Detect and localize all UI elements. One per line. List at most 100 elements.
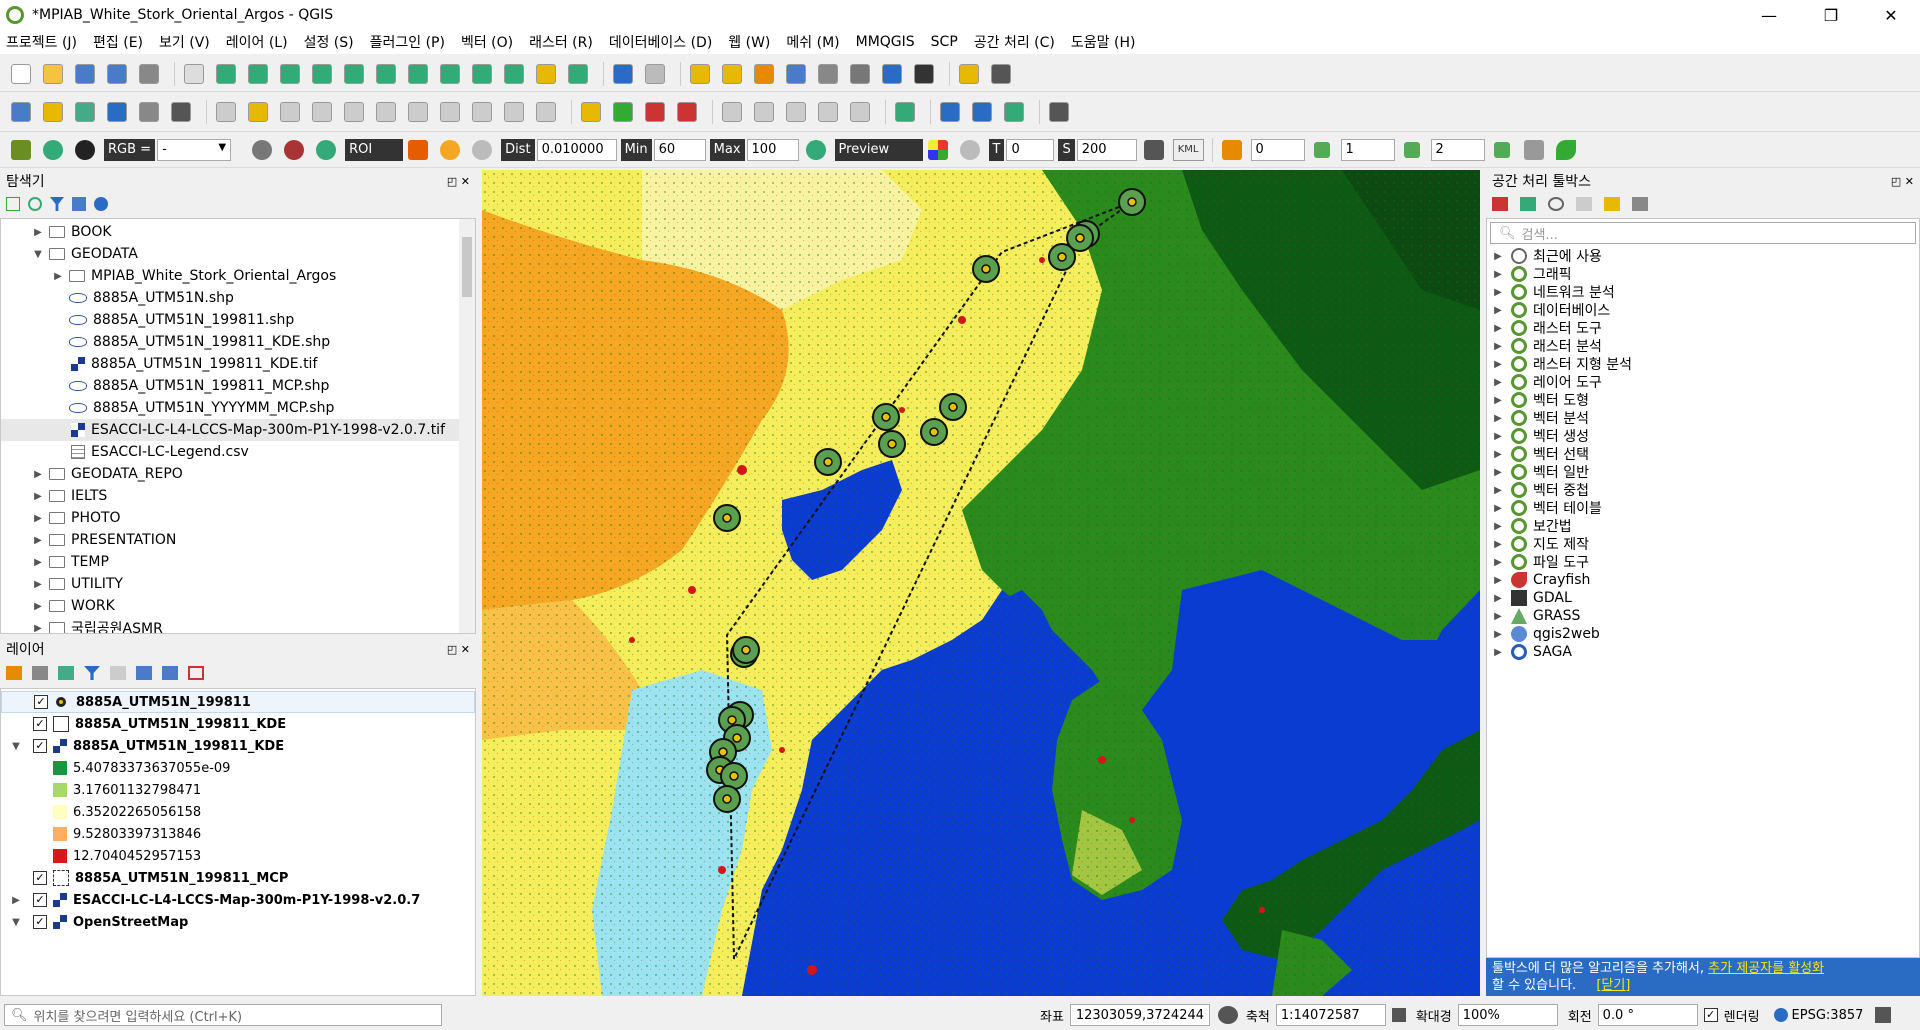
scp-add-icon[interactable] <box>437 137 463 163</box>
browser-item[interactable]: 8885A_UTM51N_199811_KDE.tif <box>1 353 475 375</box>
toolbox-provider-item[interactable]: ▶ 벡터 일반 <box>1487 463 1919 481</box>
browser-item[interactable]: ▶ BOOK <box>1 221 475 243</box>
models-icon[interactable] <box>1492 197 1508 211</box>
layer-visibility-checkbox[interactable]: ✓ <box>34 695 48 709</box>
scp-plugin-icon[interactable] <box>1553 137 1579 163</box>
toolbar-button-icon[interactable] <box>245 99 271 125</box>
track-point[interactable] <box>713 504 741 532</box>
expand-arrow-icon[interactable]: ▶ <box>1491 521 1505 532</box>
toolbox-icon[interactable] <box>815 61 841 87</box>
layer-item[interactable]: ✓ 8885A_UTM51N_199811_KDE <box>1 713 475 735</box>
expand-arrow-icon[interactable]: ▶ <box>1491 503 1505 514</box>
layer-item[interactable]: ▼ ✓ OpenStreetMap <box>1 911 475 933</box>
refresh-icon[interactable] <box>28 197 42 211</box>
toolbox-provider-item[interactable]: ▶ 벡터 선택 <box>1487 445 1919 463</box>
toolbar-button-icon[interactable] <box>213 99 239 125</box>
browser-item[interactable]: ESACCI-LC-L4-LCCS-Map-300m-P1Y-1998-v2.0… <box>1 419 475 441</box>
toolbox-provider-item[interactable]: ▶ 래스터 도구 <box>1487 319 1919 337</box>
menu-item[interactable]: 공간 처리 (C) <box>974 32 1055 52</box>
save-icon[interactable] <box>72 61 98 87</box>
pan-icon[interactable] <box>181 61 207 87</box>
layer-item[interactable]: ✓ 8885A_UTM51N_199811_MCP <box>1 867 475 889</box>
track-point[interactable] <box>872 403 900 431</box>
toolbar-button-icon[interactable] <box>501 99 527 125</box>
menu-item[interactable]: 플러그인 (P) <box>370 32 445 52</box>
toolbar-button-icon[interactable] <box>309 99 335 125</box>
toolbar-button-icon[interactable] <box>969 99 995 125</box>
maximize-button[interactable]: ❐ <box>1808 0 1854 30</box>
expand-arrow-icon[interactable]: ▶ <box>31 535 45 546</box>
attribute-table-icon[interactable] <box>751 61 777 87</box>
pan-to-selection-icon[interactable] <box>213 61 239 87</box>
close-notice-link[interactable]: [닫기] <box>1596 978 1630 993</box>
menu-item[interactable]: 도움말 (H) <box>1071 32 1136 52</box>
toolbar-button-icon[interactable] <box>674 99 700 125</box>
toolbar-button-icon[interactable] <box>937 99 963 125</box>
scp-search-icon[interactable] <box>313 137 339 163</box>
menu-item[interactable]: SCP <box>931 34 958 50</box>
results-icon[interactable] <box>1576 197 1592 211</box>
scp-band2-icon[interactable] <box>281 137 307 163</box>
track-point[interactable] <box>939 393 967 421</box>
scp-eye-icon[interactable] <box>72 137 98 163</box>
expand-arrow-icon[interactable]: ▶ <box>1491 539 1505 550</box>
browser-item[interactable]: ▶ GEODATA_REPO <box>1 463 475 485</box>
expand-arrow-icon[interactable]: ▶ <box>31 557 45 568</box>
browser-item[interactable]: ▶ MPIAB_White_Stork_Oriental_Argos <box>1 265 475 287</box>
expand-arrow-icon[interactable]: ▶ <box>1491 269 1505 280</box>
menu-item[interactable]: 편집 (E) <box>93 32 143 52</box>
zoom-next-icon[interactable] <box>469 61 495 87</box>
expand-arrow-icon[interactable]: ▶ <box>1491 305 1505 316</box>
legend-item[interactable]: 6.35202265056158 <box>1 801 475 823</box>
layer-filter-icon[interactable] <box>84 666 100 680</box>
expand-arrow-icon[interactable]: ▶ <box>1491 251 1505 262</box>
browser-item[interactable]: 8885A_UTM51N_199811_MCP.shp <box>1 375 475 397</box>
toolbox-provider-item[interactable]: ▶ 데이터베이스 <box>1487 301 1919 319</box>
zoom-to-selection-icon[interactable] <box>341 61 367 87</box>
crs-globe-icon[interactable] <box>1773 1008 1788 1022</box>
legend-item[interactable]: 12.7040452957153 <box>1 845 475 867</box>
toolbox-provider-item[interactable]: ▶ GRASS <box>1487 607 1919 625</box>
browser-item[interactable]: ▶ WORK <box>1 595 475 617</box>
legend-item[interactable]: 5.40783373637055e-09 <box>1 757 475 779</box>
open-project-icon[interactable] <box>40 61 66 87</box>
history-icon[interactable] <box>1548 197 1564 211</box>
browser-item[interactable]: 8885A_UTM51N_199811.shp <box>1 309 475 331</box>
toolbox-provider-item[interactable]: ▶ qgis2web <box>1487 625 1919 643</box>
browser-item[interactable]: ▶ UTILITY <box>1 573 475 595</box>
max-input[interactable]: 100 <box>746 138 799 161</box>
toolbar-button-icon[interactable] <box>847 99 873 125</box>
expand-arrow-icon[interactable]: ▶ <box>1491 323 1505 334</box>
expand-arrow-icon[interactable]: ▶ <box>31 623 45 634</box>
measure-icon[interactable] <box>911 61 937 87</box>
minimize-button[interactable]: — <box>1746 0 1792 30</box>
toolbar-button-icon[interactable] <box>892 99 918 125</box>
collapse-all-icon[interactable] <box>162 666 178 680</box>
render-checkbox[interactable]: ✓ <box>1703 1008 1718 1022</box>
legend-item[interactable]: 3.17601132798471 <box>1 779 475 801</box>
menu-item[interactable]: 래스터 (R) <box>529 32 593 52</box>
band-b-go-icon[interactable] <box>1399 137 1425 163</box>
info-icon[interactable] <box>94 197 108 211</box>
band-a-go-icon[interactable] <box>1309 137 1335 163</box>
messages-icon[interactable] <box>1875 1007 1892 1023</box>
track-point[interactable] <box>1118 188 1146 216</box>
expand-arrow-icon[interactable]: ▶ <box>1491 377 1505 388</box>
track-point[interactable] <box>713 785 741 813</box>
toolbar-button-icon[interactable] <box>437 99 463 125</box>
browser-item[interactable]: 8885A_UTM51N_YYYYMM_MCP.shp <box>1 397 475 419</box>
menu-item[interactable]: 레이어 (L) <box>226 32 288 52</box>
min-input[interactable]: 60 <box>653 138 706 161</box>
annotation-icon[interactable] <box>956 61 982 87</box>
magnifier-input[interactable]: 100% <box>1457 1004 1558 1026</box>
crs-button[interactable]: EPSG:3857 <box>1792 1008 1864 1023</box>
rotation-input[interactable]: 0.0 ° <box>1597 1004 1698 1026</box>
toolbox-provider-item[interactable]: ▶ 레이어 도구 <box>1487 373 1919 391</box>
toolbar-button-icon[interactable] <box>610 99 636 125</box>
layer-item[interactable]: ▼ ✓ 8885A_UTM51N_199811_KDE <box>1 735 475 757</box>
expand-arrow-icon[interactable]: ▶ <box>1491 359 1505 370</box>
expand-arrow-icon[interactable]: ▶ <box>1491 413 1505 424</box>
menu-item[interactable]: 메쉬 (M) <box>786 32 839 52</box>
toolbar-button-icon[interactable] <box>341 99 367 125</box>
toolbar-button-icon[interactable] <box>815 99 841 125</box>
